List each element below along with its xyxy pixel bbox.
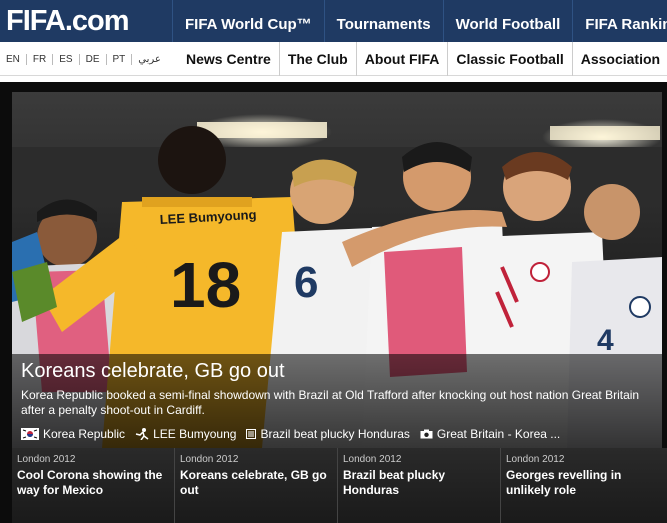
camera-icon: [420, 429, 433, 439]
top-nav-tournaments[interactable]: Tournaments: [323, 0, 443, 42]
tag-label: Brazil beat plucky Honduras: [260, 427, 410, 441]
tag-article[interactable]: Brazil beat plucky Honduras: [246, 427, 410, 441]
flag-icon: [21, 428, 39, 440]
top-nav-world-football[interactable]: World Football: [442, 0, 573, 42]
lang-es[interactable]: ES: [53, 53, 80, 65]
tag-label: Great Britain - Korea ...: [436, 427, 561, 441]
related-kicker: London 2012: [17, 454, 76, 465]
svg-text:18: 18: [170, 249, 241, 321]
related-title[interactable]: Georges revelling in unlikely role: [506, 468, 659, 498]
top-nav: FIFA World Cup™ Tournaments World Footba…: [172, 0, 667, 42]
site-header: FIFA.com FIFA World Cup™ Tournaments Wor…: [0, 0, 667, 42]
article-icon: [246, 429, 257, 439]
tag-player[interactable]: LEE Bumyoung: [135, 427, 236, 441]
svg-text:6: 6: [294, 258, 318, 307]
lang-pt[interactable]: PT: [107, 53, 133, 65]
tag-korea-republic[interactable]: Korea Republic: [21, 427, 125, 441]
top-nav-fifa-ranking[interactable]: FIFA Ranking: [572, 0, 667, 42]
tag-gallery[interactable]: Great Britain - Korea ...: [420, 427, 560, 441]
related-kicker: London 2012: [506, 454, 565, 465]
tag-label: LEE Bumyoung: [153, 427, 237, 441]
related-story[interactable]: London 2012 Koreans celebrate, GB go out: [175, 448, 338, 523]
language-switcher: EN FR ES DE PT عربي: [0, 42, 167, 76]
lang-ar[interactable]: عربي: [132, 54, 167, 65]
related-title[interactable]: Cool Corona showing the way for Mexico: [17, 468, 169, 498]
lang-en[interactable]: EN: [0, 53, 27, 65]
hero-story[interactable]: LEE Bumyoung 18 6 4 Koreans celebrate, G…: [12, 92, 662, 448]
sub-nav: EN FR ES DE PT عربي News Centre The Club…: [0, 42, 667, 76]
related-kicker: London 2012: [180, 454, 239, 465]
related-title[interactable]: Koreans celebrate, GB go out: [180, 468, 332, 498]
lang-de[interactable]: DE: [80, 53, 107, 65]
svg-text:4: 4: [597, 324, 614, 357]
related-story[interactable]: London 2012 Brazil beat plucky Honduras: [338, 448, 501, 523]
nav-association[interactable]: Association: [571, 42, 667, 76]
nav-news-centre[interactable]: News Centre: [178, 42, 279, 76]
related-kicker: London 2012: [343, 454, 402, 465]
section-nav: News Centre The Club About FIFA Classic …: [178, 42, 667, 76]
hero-caption: Koreans celebrate, GB go out Korea Repub…: [12, 354, 662, 448]
hero-tags: Korea Republic LEE Bumyoung Brazil beat …: [21, 427, 560, 441]
player-icon: [135, 428, 149, 440]
nav-the-club[interactable]: The Club: [278, 42, 356, 76]
related-stories: London 2012 Cool Corona showing the way …: [12, 448, 667, 523]
tag-label: Korea Republic: [43, 427, 126, 441]
hero-summary: Korea Republic booked a semi-final showd…: [21, 388, 640, 417]
nav-classic-football[interactable]: Classic Football: [447, 42, 571, 76]
lang-fr[interactable]: FR: [27, 53, 54, 65]
hero-headline[interactable]: Koreans celebrate, GB go out: [21, 360, 285, 383]
nav-about-fifa[interactable]: About FIFA: [355, 42, 448, 76]
fifa-logo[interactable]: FIFA.com: [6, 4, 130, 38]
top-nav-world-cup[interactable]: FIFA World Cup™: [172, 0, 324, 42]
related-story[interactable]: London 2012 Cool Corona showing the way …: [12, 448, 175, 523]
related-story[interactable]: London 2012 Georges revelling in unlikel…: [501, 448, 664, 523]
related-title[interactable]: Brazil beat plucky Honduras: [343, 468, 495, 498]
